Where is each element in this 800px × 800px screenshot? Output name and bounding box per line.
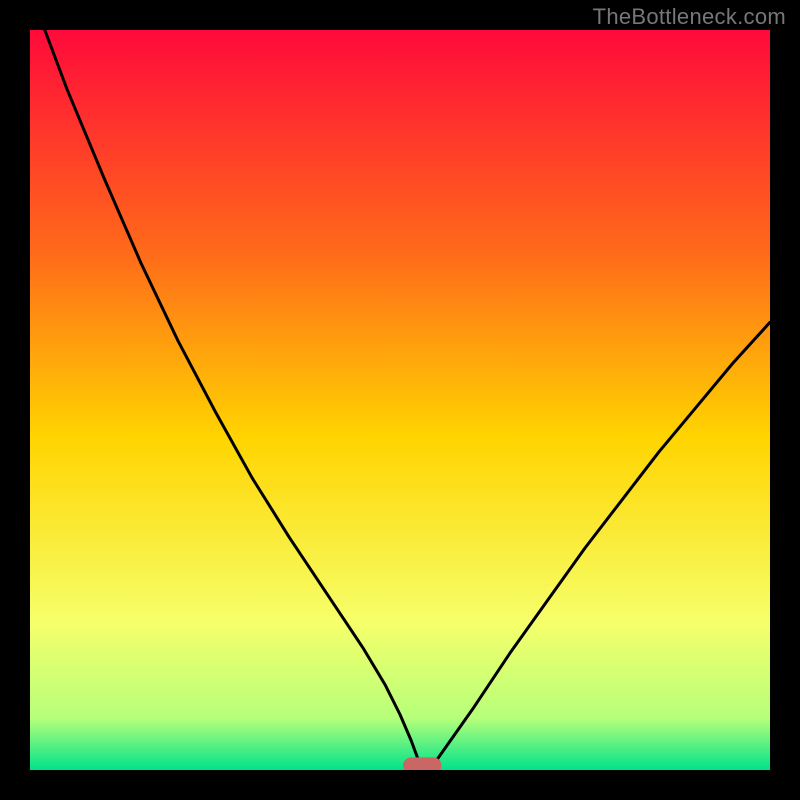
optimal-point-marker (403, 757, 441, 770)
gradient-background (30, 30, 770, 770)
plot-area (30, 30, 770, 770)
chart-frame: TheBottleneck.com (0, 0, 800, 800)
watermark-text: TheBottleneck.com (593, 4, 786, 30)
bottleneck-chart (30, 30, 770, 770)
